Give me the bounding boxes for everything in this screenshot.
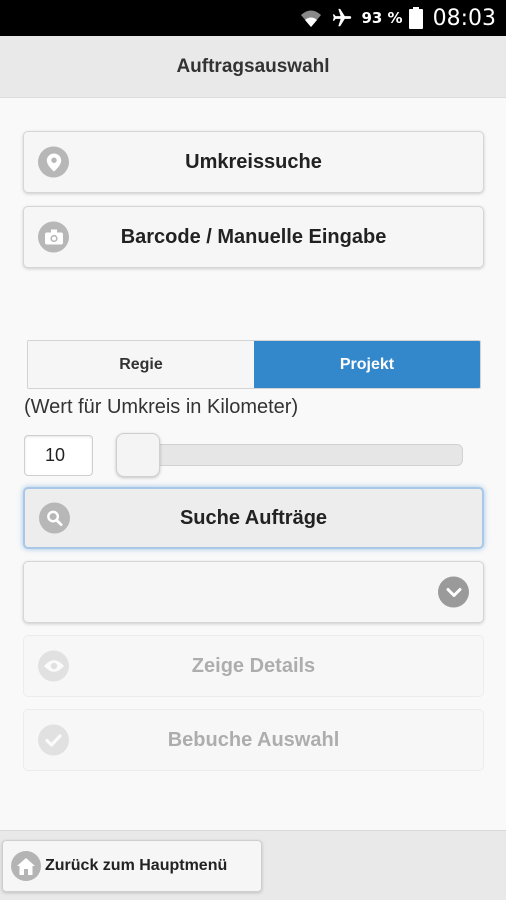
book-selection-label: Bebuche Auswahl (167, 728, 340, 751)
radius-value-input[interactable]: 10 (24, 435, 93, 476)
chevron-down-icon (438, 576, 469, 608)
home-icon (11, 851, 41, 881)
radius-slider-handle[interactable] (116, 433, 160, 477)
radius-hint: (Wert für Umkreis in Kilometer) (24, 396, 299, 418)
clock: 08:03 (432, 5, 496, 31)
location-pin-icon (38, 146, 69, 178)
back-to-main-menu-button[interactable]: Zurück zum Hauptmenü (2, 840, 262, 892)
show-details-button[interactable]: Zeige Details (23, 635, 484, 697)
camera-icon (38, 221, 69, 253)
mode-segmented-control: Regie Projekt (27, 340, 481, 389)
segment-projekt[interactable]: Projekt (254, 341, 480, 388)
battery-icon (408, 7, 423, 29)
back-to-main-menu-label: Zurück zum Hauptmenü (45, 857, 228, 874)
airplane-icon (329, 7, 355, 29)
orders-select[interactable] (23, 561, 484, 623)
search-orders-label: Suche Aufträge (179, 506, 328, 529)
search-orders-button[interactable]: Suche Aufträge (23, 487, 484, 549)
barcode-button[interactable]: Barcode / Manuelle Eingabe (23, 206, 484, 268)
barcode-label: Barcode / Manuelle Eingabe (120, 225, 387, 248)
status-bar: 93 % 08:03 (0, 0, 506, 36)
segment-regie[interactable]: Regie (28, 341, 254, 388)
search-icon (39, 502, 70, 534)
radius-search-button[interactable]: Umkreissuche (23, 131, 484, 193)
check-icon (38, 724, 69, 756)
footer-bar: Zurück zum Hauptmenü (0, 830, 506, 900)
radius-slider-track[interactable] (118, 444, 463, 466)
book-selection-button[interactable]: Bebuche Auswahl (23, 709, 484, 771)
show-details-label: Zeige Details (191, 654, 316, 677)
radius-search-label: Umkreissuche (185, 150, 322, 173)
battery-percentage: 93 % (361, 9, 403, 27)
wifi-icon (299, 8, 323, 28)
eye-icon (38, 650, 69, 682)
page-title: Auftragsauswahl (176, 55, 330, 77)
page-header: Auftragsauswahl (0, 36, 506, 98)
